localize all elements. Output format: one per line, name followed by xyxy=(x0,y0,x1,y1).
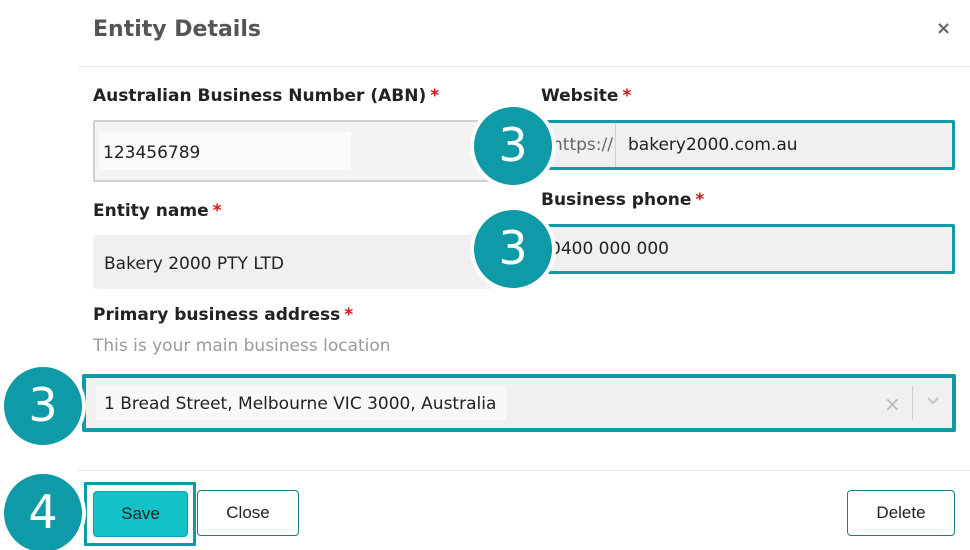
address-label-text: Primary business address xyxy=(93,305,341,325)
entity-name-label-text: Entity name xyxy=(93,201,209,221)
business-phone-label: Business phone * xyxy=(541,190,704,210)
entity-name-input[interactable]: Bakery 2000 PTY LTD xyxy=(93,235,493,289)
required-marker: * xyxy=(430,86,440,106)
address-label: Primary business address * xyxy=(93,305,353,325)
step-badge-website: 3 xyxy=(470,103,556,189)
abn-input[interactable]: 123456789 xyxy=(93,120,513,182)
address-select[interactable]: 1 Bread Street, Melbourne VIC 3000, Aust… xyxy=(82,374,956,432)
business-phone-input[interactable]: 0400 000 000 xyxy=(541,224,955,274)
abn-value: 123456789 xyxy=(103,143,201,163)
step-badge-phone: 3 xyxy=(470,206,556,292)
website-input[interactable]: https:// bakery2000.com.au xyxy=(541,120,955,170)
footer-divider xyxy=(78,470,970,471)
business-phone-label-text: Business phone xyxy=(541,190,692,210)
website-label-text: Website xyxy=(541,86,619,106)
delete-button[interactable]: Delete xyxy=(847,490,955,536)
header-divider xyxy=(78,66,970,67)
required-marker: * xyxy=(622,86,632,106)
required-marker: * xyxy=(212,201,222,221)
required-marker: * xyxy=(695,190,705,210)
website-value: bakery2000.com.au xyxy=(628,135,798,155)
close-icon[interactable]: × xyxy=(936,18,951,39)
dialog-title: Entity Details xyxy=(93,17,261,42)
address-hint: This is your main business location xyxy=(93,336,391,356)
entity-name-label: Entity name * xyxy=(93,201,222,221)
save-button[interactable]: Save xyxy=(93,491,188,537)
clear-icon[interactable]: × xyxy=(884,392,901,416)
address-value: 1 Bread Street, Melbourne VIC 3000, Aust… xyxy=(104,394,497,414)
abn-label: Australian Business Number (ABN) * xyxy=(93,86,439,106)
close-button[interactable]: Close xyxy=(197,490,299,536)
abn-label-text: Australian Business Number (ABN) xyxy=(93,86,427,106)
chevron-down-icon[interactable] xyxy=(926,394,940,408)
entity-name-value: Bakery 2000 PTY LTD xyxy=(104,254,284,274)
select-divider xyxy=(912,386,913,420)
step-badge-save: 4 xyxy=(0,470,86,550)
website-label: Website * xyxy=(541,86,631,106)
step-badge-address: 3 xyxy=(0,363,86,449)
required-marker: * xyxy=(344,305,354,325)
business-phone-value: 0400 000 000 xyxy=(550,239,669,259)
